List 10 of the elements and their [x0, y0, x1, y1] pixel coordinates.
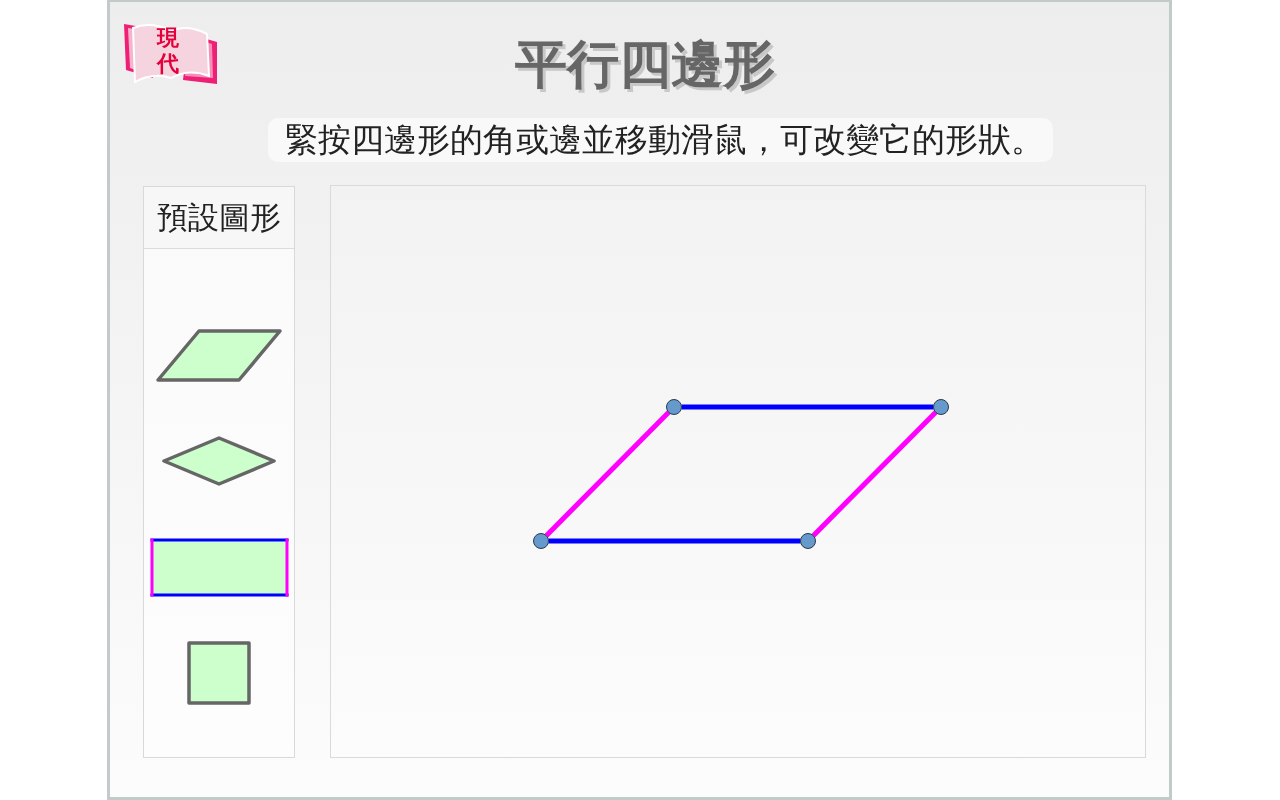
- rectangle-icon[interactable]: [149, 537, 289, 597]
- instruction-text: 緊按四邊形的角或邊並移動滑鼠，可改變它的形狀。: [268, 118, 1053, 162]
- page-title: 平行四邊形: [515, 36, 775, 92]
- vertex-handle[interactable]: [933, 399, 949, 415]
- vertex-handle[interactable]: [533, 533, 549, 549]
- vertex-handle[interactable]: [800, 533, 816, 549]
- square-icon[interactable]: [187, 641, 251, 705]
- rhombus-icon[interactable]: [162, 436, 276, 486]
- parallelogram-icon[interactable]: [155, 327, 283, 383]
- vertex-handle[interactable]: [666, 399, 682, 415]
